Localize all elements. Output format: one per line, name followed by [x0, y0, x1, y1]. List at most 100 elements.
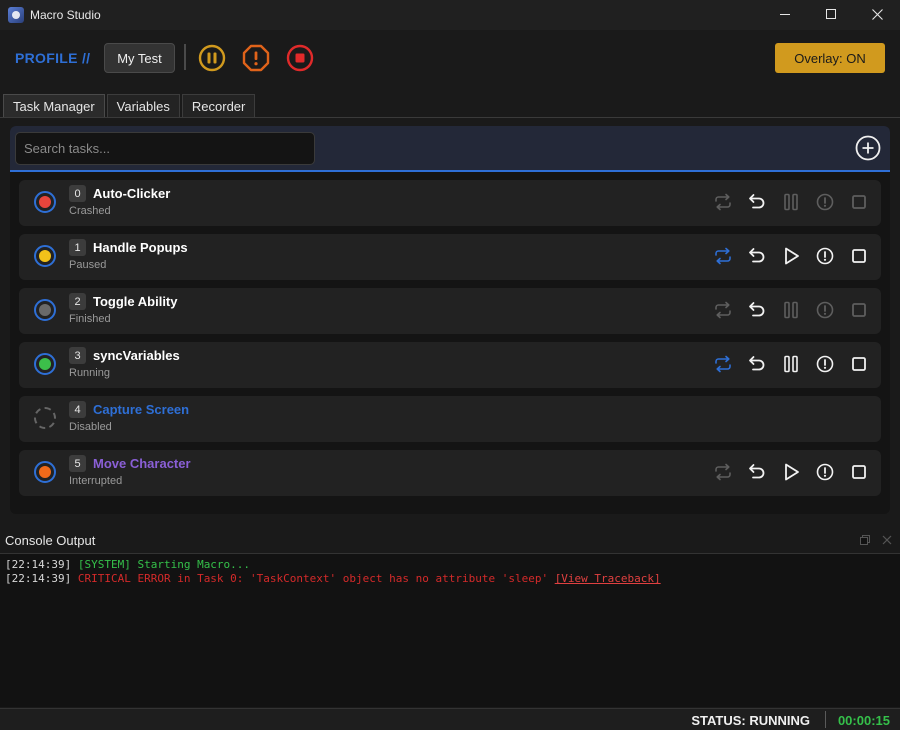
task-name: Auto-Clicker	[93, 186, 171, 201]
float-icon	[860, 535, 870, 545]
loop-toggle-button[interactable]	[711, 190, 735, 214]
log-line: [22:14:39] [SYSTEM] Starting Macro...	[5, 558, 895, 572]
task-status-text: Paused	[69, 259, 107, 271]
restart-button[interactable]	[745, 190, 769, 214]
task-status-indicator[interactable]	[34, 299, 56, 321]
pause-icon	[784, 355, 798, 373]
loop-icon	[715, 463, 731, 481]
tab-task-manager[interactable]: Task Manager	[3, 94, 105, 118]
console-output[interactable]: [22:14:39] [SYSTEM] Starting Macro... [2…	[0, 553, 900, 707]
close-icon	[871, 8, 883, 20]
restart-icon	[749, 356, 765, 371]
log-time: [22:14:39]	[5, 572, 72, 585]
task-actions	[701, 298, 871, 322]
tab-recorder[interactable]: Recorder	[181, 94, 256, 117]
loop-toggle-button[interactable]	[711, 244, 735, 268]
minimize-button[interactable]	[762, 0, 808, 28]
task-index-badge: 3	[69, 347, 86, 364]
restart-icon	[749, 302, 765, 317]
overlay-toggle-button[interactable]: Overlay: ON	[775, 43, 885, 73]
interrupt-button[interactable]	[813, 190, 837, 214]
interrupt-button[interactable]	[813, 460, 837, 484]
console-float-button[interactable]	[858, 533, 872, 547]
task-status-indicator[interactable]	[34, 461, 56, 483]
interrupt-button[interactable]	[813, 352, 837, 376]
loop-icon	[715, 193, 731, 211]
tab-variables[interactable]: Variables	[106, 94, 180, 117]
interrupt-button[interactable]	[813, 244, 837, 268]
stop-circle-icon	[286, 44, 314, 72]
stop-icon	[852, 357, 866, 371]
task-name: syncVariables	[93, 348, 180, 363]
loop-toggle-button[interactable]	[711, 298, 735, 322]
restart-button[interactable]	[745, 298, 769, 322]
task-index-badge: 4	[69, 401, 86, 418]
stop-button[interactable]	[847, 352, 871, 376]
alert-circle-icon	[816, 193, 834, 211]
task-index-badge: 2	[69, 293, 86, 310]
task-status-text: Finished	[69, 313, 111, 325]
stop-all-button[interactable]	[286, 44, 314, 72]
task-status-indicator[interactable]	[34, 353, 56, 375]
status-divider	[825, 711, 826, 728]
interrupt-button[interactable]	[813, 298, 837, 322]
task-name: Capture Screen	[93, 402, 190, 417]
task-status-indicator[interactable]	[34, 407, 56, 429]
stop-button[interactable]	[847, 190, 871, 214]
window-controls	[762, 0, 900, 30]
loop-toggle-button[interactable]	[711, 352, 735, 376]
view-traceback-link[interactable]: [View Traceback]	[555, 572, 661, 585]
task-row[interactable]: 2 Toggle Ability Finished	[19, 288, 881, 334]
task-row[interactable]: 3 syncVariables Running	[19, 342, 881, 388]
restart-button[interactable]	[745, 460, 769, 484]
interrupt-all-button[interactable]	[242, 44, 270, 72]
console-close-button[interactable]	[880, 533, 894, 547]
stop-icon	[852, 195, 866, 209]
task-actions	[701, 244, 871, 268]
loop-icon	[715, 301, 731, 319]
restart-button[interactable]	[745, 244, 769, 268]
maximize-icon	[826, 9, 836, 19]
alert-circle-icon	[816, 355, 834, 373]
task-status-indicator[interactable]	[34, 191, 56, 213]
task-row[interactable]: 5 Move Character Interrupted	[19, 450, 881, 496]
tab-bar: Task Manager Variables Recorder	[3, 94, 257, 118]
alert-circle-icon	[816, 247, 834, 265]
play-icon	[785, 463, 799, 481]
task-row[interactable]: 4 Capture Screen Disabled	[19, 396, 881, 442]
task-name: Handle Popups	[93, 240, 188, 255]
plus-circle-icon	[855, 135, 881, 161]
task-actions	[701, 352, 871, 376]
pause-all-button[interactable]	[198, 44, 226, 72]
maximize-button[interactable]	[808, 0, 854, 28]
log-message: CRITICAL ERROR in Task 0: 'TaskContext' …	[77, 572, 549, 585]
task-manager-panel: 0 Auto-Clicker Crashed 1 Handle Popups Paused…	[10, 126, 890, 514]
pause-button[interactable]	[779, 298, 803, 322]
pause-button[interactable]	[779, 190, 803, 214]
console-controls	[850, 533, 894, 547]
close-window-button[interactable]	[854, 0, 900, 28]
pause-button[interactable]	[779, 352, 803, 376]
pause-circle-icon	[198, 44, 226, 72]
search-input[interactable]	[15, 132, 315, 165]
task-index-badge: 0	[69, 185, 86, 202]
close-icon	[882, 535, 892, 545]
loop-icon	[715, 355, 731, 373]
task-name: Move Character	[93, 456, 191, 471]
stop-button[interactable]	[847, 298, 871, 322]
task-row[interactable]: 0 Auto-Clicker Crashed	[19, 180, 881, 226]
stop-button[interactable]	[847, 460, 871, 484]
resume-button[interactable]	[779, 460, 803, 484]
task-row[interactable]: 1 Handle Popups Paused	[19, 234, 881, 280]
title-bar: Macro Studio	[0, 0, 900, 30]
profile-select-button[interactable]: My Test	[104, 43, 175, 73]
restart-button[interactable]	[745, 352, 769, 376]
loop-toggle-button[interactable]	[711, 460, 735, 484]
profile-label: PROFILE //	[15, 50, 91, 66]
task-status-indicator[interactable]	[34, 245, 56, 267]
stop-icon	[852, 465, 866, 479]
resume-button[interactable]	[779, 244, 803, 268]
stop-button[interactable]	[847, 244, 871, 268]
play-icon	[785, 247, 799, 265]
add-task-button[interactable]	[854, 134, 882, 162]
